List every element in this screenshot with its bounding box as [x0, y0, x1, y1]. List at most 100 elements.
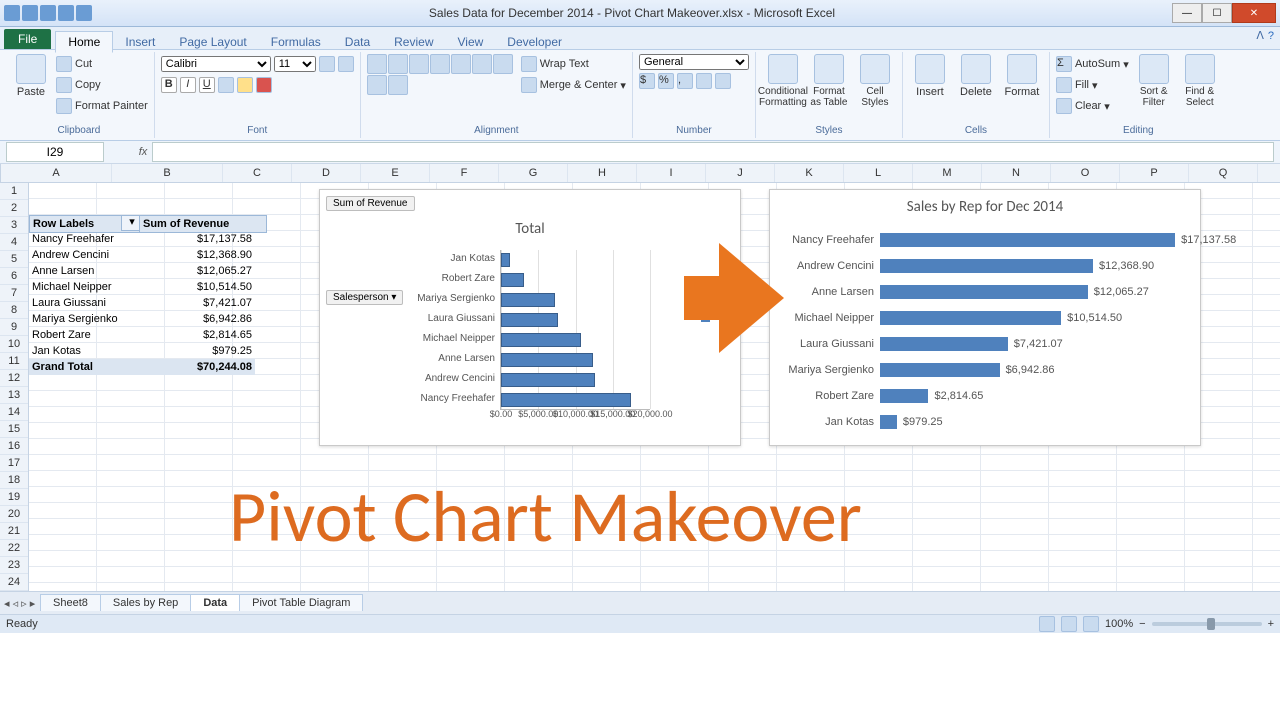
- align-right-icon[interactable]: [493, 54, 513, 74]
- formula-bar[interactable]: [152, 142, 1274, 162]
- sheet-tab[interactable]: Pivot Table Diagram: [239, 594, 363, 611]
- row-header[interactable]: 19: [0, 489, 28, 506]
- clear-button[interactable]: Clear ▾: [1056, 96, 1129, 116]
- column-header[interactable]: B: [112, 164, 223, 182]
- row-header[interactable]: 21: [0, 523, 28, 540]
- cell[interactable]: $10,514.50: [139, 279, 255, 295]
- column-header[interactable]: I: [637, 164, 706, 182]
- column-header[interactable]: N: [982, 164, 1051, 182]
- cell[interactable]: $7,421.07: [139, 295, 255, 311]
- view-layout-icon[interactable]: [1061, 616, 1077, 632]
- percent-icon[interactable]: %: [658, 73, 674, 89]
- tab-formulas[interactable]: Formulas: [259, 32, 333, 52]
- cell[interactable]: Jan Kotas: [29, 343, 155, 359]
- fx-icon[interactable]: fx: [134, 146, 152, 158]
- sheet-tab[interactable]: Sheet8: [40, 594, 101, 611]
- cell[interactable]: Andrew Cencini: [29, 247, 155, 263]
- tab-review[interactable]: Review: [382, 32, 445, 52]
- view-pagebreak-icon[interactable]: [1083, 616, 1099, 632]
- row-header[interactable]: 6: [0, 268, 28, 285]
- pivot-chart-after[interactable]: Sales by Rep for Dec 2014 Nancy Freehafe…: [769, 189, 1201, 446]
- worksheet-grid[interactable]: ABCDEFGHIJKLMNOPQR 123456789101112131415…: [0, 164, 1280, 591]
- sort-filter-button[interactable]: Sort & Filter: [1133, 54, 1175, 108]
- cell[interactable]: Robert Zare: [29, 327, 155, 343]
- increase-indent-icon[interactable]: [388, 75, 408, 95]
- tab-page-layout[interactable]: Page Layout: [167, 32, 258, 52]
- minimize-button[interactable]: —: [1172, 3, 1202, 23]
- align-middle-icon[interactable]: [388, 54, 408, 74]
- save-icon[interactable]: [22, 5, 38, 21]
- column-header[interactable]: K: [775, 164, 844, 182]
- file-tab[interactable]: File: [4, 29, 51, 49]
- help-icon[interactable]: ?: [1268, 30, 1274, 42]
- column-header[interactable]: H: [568, 164, 637, 182]
- decrease-indent-icon[interactable]: [367, 75, 387, 95]
- zoom-in-button[interactable]: +: [1268, 618, 1274, 630]
- align-center-icon[interactable]: [472, 54, 492, 74]
- copy-button[interactable]: Copy: [56, 75, 148, 95]
- row-header[interactable]: 14: [0, 404, 28, 421]
- tab-home[interactable]: Home: [55, 31, 113, 53]
- decrease-font-icon[interactable]: [338, 56, 354, 72]
- align-top-icon[interactable]: [367, 54, 387, 74]
- column-header[interactable]: J: [706, 164, 775, 182]
- zoom-level[interactable]: 100%: [1105, 618, 1133, 630]
- currency-icon[interactable]: $: [639, 73, 655, 89]
- row-header[interactable]: 8: [0, 302, 28, 319]
- bold-button[interactable]: B: [161, 77, 177, 93]
- row-header[interactable]: 22: [0, 540, 28, 557]
- zoom-out-button[interactable]: −: [1139, 618, 1145, 630]
- cell[interactable]: $70,244.08: [139, 359, 255, 375]
- cells-area[interactable]: Sum of Revenue Salesperson ▾ Total Total…: [29, 183, 1280, 591]
- cell[interactable]: $979.25: [139, 343, 255, 359]
- row-header[interactable]: 11: [0, 353, 28, 370]
- row-header[interactable]: 1: [0, 183, 28, 200]
- column-header[interactable]: F: [430, 164, 499, 182]
- row-header[interactable]: 15: [0, 421, 28, 438]
- close-button[interactable]: ✕: [1232, 3, 1276, 23]
- column-header[interactable]: G: [499, 164, 568, 182]
- decrease-decimal-icon[interactable]: [715, 73, 731, 89]
- row-header[interactable]: 10: [0, 336, 28, 353]
- fill-color-button[interactable]: [237, 77, 253, 93]
- undo-icon[interactable]: [40, 5, 56, 21]
- wrap-text-button[interactable]: Wrap Text: [521, 54, 626, 74]
- align-left-icon[interactable]: [451, 54, 471, 74]
- format-cells-button[interactable]: Format: [1001, 54, 1043, 98]
- arrow-shape[interactable]: [719, 243, 784, 353]
- field-button-values[interactable]: Sum of Revenue: [326, 196, 415, 211]
- font-name-select[interactable]: Calibri: [161, 56, 271, 72]
- cell[interactable]: Nancy Freehafer: [29, 231, 155, 247]
- format-as-table-button[interactable]: Format as Table: [808, 54, 850, 108]
- tab-insert[interactable]: Insert: [113, 32, 167, 52]
- merge-center-button[interactable]: Merge & Center ▾: [521, 75, 626, 95]
- column-header[interactable]: P: [1120, 164, 1189, 182]
- cut-button[interactable]: Cut: [56, 54, 148, 74]
- tab-view[interactable]: View: [446, 32, 496, 52]
- column-header[interactable]: E: [361, 164, 430, 182]
- column-header[interactable]: Q: [1189, 164, 1258, 182]
- view-normal-icon[interactable]: [1039, 616, 1055, 632]
- fill-button[interactable]: Fill ▾: [1056, 75, 1129, 95]
- sheet-tab[interactable]: Sales by Rep: [100, 594, 191, 611]
- cell[interactable]: $17,137.58: [139, 231, 255, 247]
- font-color-button[interactable]: [256, 77, 272, 93]
- maximize-button[interactable]: ☐: [1202, 3, 1232, 23]
- pivot-chart-before[interactable]: Sum of Revenue Salesperson ▾ Total Total…: [319, 189, 741, 446]
- sheet-nav-buttons[interactable]: ◂ ◃ ▹ ▸: [4, 597, 35, 610]
- number-format-select[interactable]: General: [639, 54, 749, 70]
- title-text-shape[interactable]: Pivot Chart Makeover: [229, 473, 862, 561]
- row-header[interactable]: 13: [0, 387, 28, 404]
- row-header[interactable]: 3: [0, 217, 28, 234]
- conditional-formatting-button[interactable]: Conditional Formatting: [762, 54, 804, 108]
- row-header[interactable]: 24: [0, 574, 28, 591]
- tab-developer[interactable]: Developer: [495, 32, 574, 52]
- row-header[interactable]: 17: [0, 455, 28, 472]
- row-header[interactable]: 18: [0, 472, 28, 489]
- italic-button[interactable]: I: [180, 77, 196, 93]
- cell[interactable]: $12,368.90: [139, 247, 255, 263]
- font-size-select[interactable]: 11: [274, 56, 316, 72]
- sheet-tab[interactable]: Data: [190, 594, 240, 611]
- comma-icon[interactable]: ,: [677, 73, 693, 89]
- underline-button[interactable]: U: [199, 77, 215, 93]
